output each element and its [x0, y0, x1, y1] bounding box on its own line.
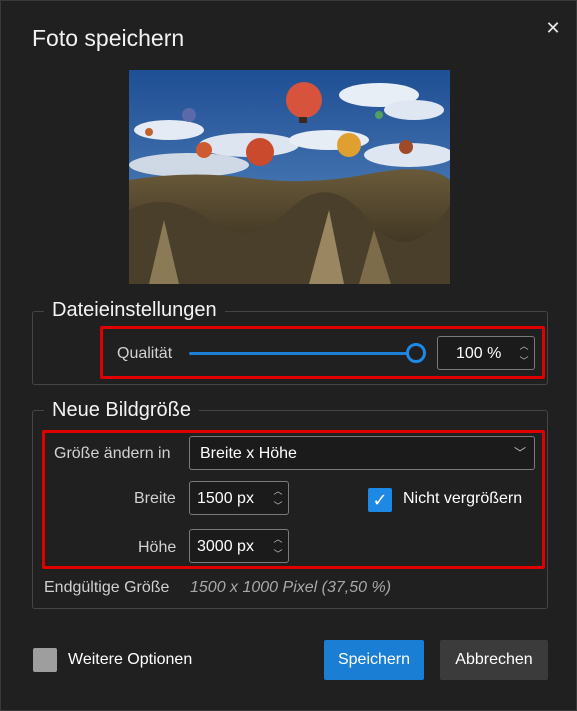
width-stepper[interactable]: ︿ ﹀ [272, 484, 284, 514]
resize-in-select[interactable]: Breite x Höhe ﹀ [189, 436, 535, 470]
height-label: Höhe [138, 539, 177, 556]
dialog-title: Foto speichern [32, 25, 185, 51]
checkmark-icon: ✓ [372, 490, 388, 510]
quality-slider-thumb[interactable] [406, 343, 426, 363]
height-value: 3000 px [197, 538, 254, 555]
no-enlarge-label: Nicht vergrößern [403, 490, 523, 507]
quality-slider-track[interactable] [189, 352, 411, 355]
chevron-up-icon[interactable]: ︿ [272, 532, 284, 547]
chevron-down-icon[interactable]: ﹀ [518, 354, 530, 369]
file-settings-legend: Dateieinstellungen [44, 299, 225, 322]
more-options-checkbox[interactable] [33, 648, 57, 672]
height-input[interactable]: 3000 px ︿ ﹀ [189, 529, 289, 563]
quality-value: 100 % [456, 345, 502, 362]
resize-legend: Neue Bildgröße [44, 399, 199, 422]
save-button[interactable]: Speichern [324, 640, 424, 680]
close-icon[interactable]: ✕ [538, 13, 568, 43]
quality-label: Qualität [117, 345, 173, 362]
resize-in-value: Breite x Höhe [200, 445, 297, 462]
chevron-down-icon[interactable]: ﹀ [272, 547, 284, 562]
height-stepper[interactable]: ︿ ﹀ [272, 532, 284, 562]
no-enlarge-checkbox[interactable]: ✓ [368, 488, 392, 512]
chevron-up-icon[interactable]: ︿ [518, 339, 530, 354]
width-label: Breite [134, 490, 176, 507]
resize-in-label: Größe ändern in [54, 445, 171, 462]
save-photo-dialog: Foto speichern ✕ Dateieinstellungen Qual… [0, 0, 577, 711]
final-size-label: Endgültige Größe [44, 579, 170, 596]
chevron-down-icon: ﹀ [513, 446, 526, 460]
chevron-down-icon[interactable]: ﹀ [272, 499, 284, 514]
quality-input[interactable]: 100 % ︿ ﹀ [437, 336, 535, 370]
width-value: 1500 px [197, 490, 254, 507]
photo-preview [129, 70, 450, 284]
width-input[interactable]: 1500 px ︿ ﹀ [189, 481, 289, 515]
chevron-up-icon[interactable]: ︿ [272, 484, 284, 499]
more-options-label: Weitere Optionen [68, 651, 193, 668]
quality-stepper[interactable]: ︿ ﹀ [518, 339, 530, 369]
final-size-value: 1500 x 1000 Pixel (37,50 %) [190, 579, 392, 596]
cancel-button[interactable]: Abbrechen [440, 640, 548, 680]
